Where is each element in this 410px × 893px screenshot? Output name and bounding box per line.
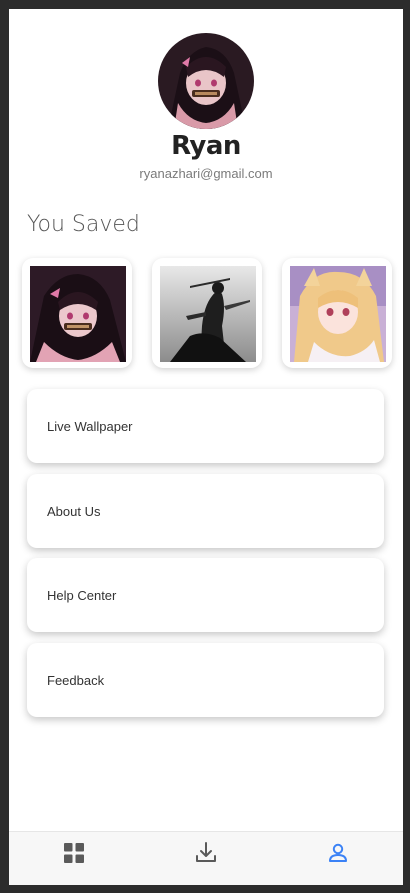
nav-home-button[interactable] (61, 840, 87, 866)
menu-item-help-center[interactable]: Help Center (27, 558, 384, 632)
bottom-navigation (9, 831, 403, 885)
menu-item-label: Help Center (47, 588, 117, 603)
menu-item-label: Live Wallpaper (47, 419, 133, 434)
nav-download-button[interactable] (193, 840, 219, 866)
menu-item-label: About Us (47, 504, 101, 519)
menu-item-feedback[interactable]: Feedback (27, 643, 384, 717)
nav-profile-button[interactable] (325, 840, 351, 866)
avatar[interactable] (158, 33, 254, 129)
saved-wallpaper-3[interactable] (282, 258, 392, 368)
profile-screen: Ryan ryanazhari@gmail.com You Saved Live… (9, 9, 403, 885)
menu-item-live-wallpaper[interactable]: Live Wallpaper (27, 389, 384, 463)
profile-icon (329, 843, 347, 862)
wallpaper-thumbnail (30, 266, 126, 362)
profile-name: Ryan (171, 131, 241, 161)
saved-wallpaper-2[interactable] (152, 258, 262, 368)
wallpaper-thumbnail (290, 266, 386, 362)
menu-item-label: Feedback (47, 673, 105, 688)
saved-section-title: You Saved (27, 212, 140, 237)
wallpaper-thumbnail (160, 266, 256, 362)
menu-item-about-us[interactable]: About Us (27, 474, 384, 548)
download-icon (196, 842, 216, 862)
grid-icon (64, 843, 84, 863)
saved-wallpaper-1[interactable] (22, 258, 132, 368)
profile-email: ryanazhari@gmail.com (139, 166, 273, 181)
